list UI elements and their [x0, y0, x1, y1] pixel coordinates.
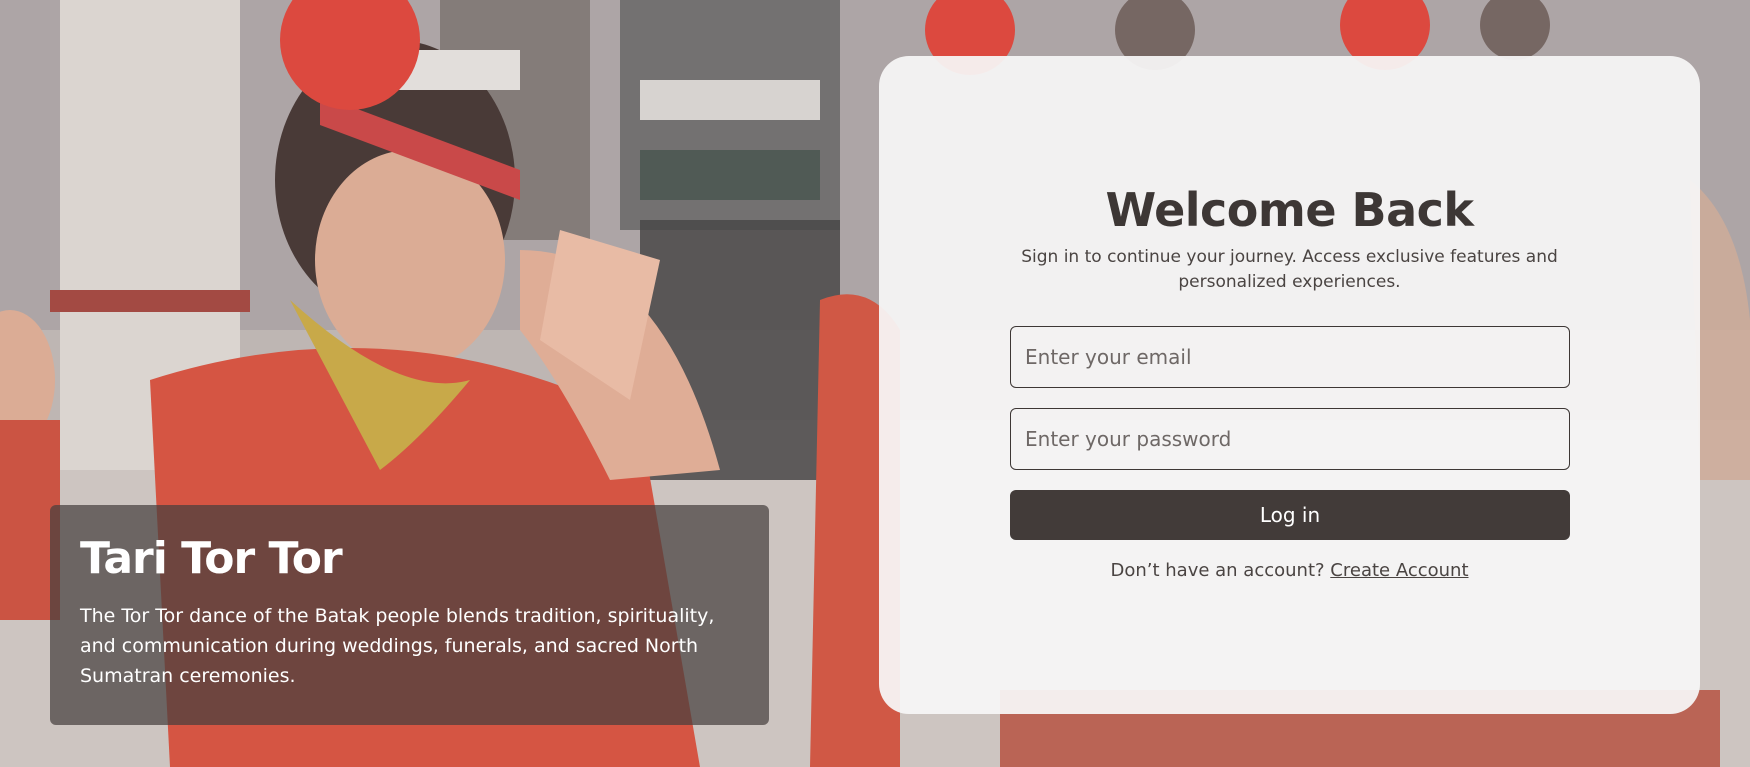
login-panel: Welcome Back Sign in to continue your jo… [879, 56, 1700, 714]
hero-title: Tari Tor Tor [80, 533, 343, 584]
hero-description: The Tor Tor dance of the Batak people bl… [80, 605, 715, 687]
login-title: Welcome Back [1105, 183, 1474, 237]
signup-row: Don’t have an account? Create Account [879, 560, 1700, 581]
hero-caption-card: Tari Tor Tor The Tor Tor dance of the Ba… [50, 505, 769, 725]
create-account-link[interactable]: Create Account [1330, 560, 1468, 581]
email-input[interactable] [1010, 326, 1570, 388]
login-button[interactable]: Log in [1010, 490, 1570, 540]
login-page: Tari Tor Tor The Tor Tor dance of the Ba… [0, 0, 1750, 767]
password-input[interactable] [1010, 408, 1570, 470]
login-subtitle: Sign in to continue your journey. Access… [1021, 247, 1558, 292]
signup-prompt: Don’t have an account? [1110, 560, 1331, 581]
